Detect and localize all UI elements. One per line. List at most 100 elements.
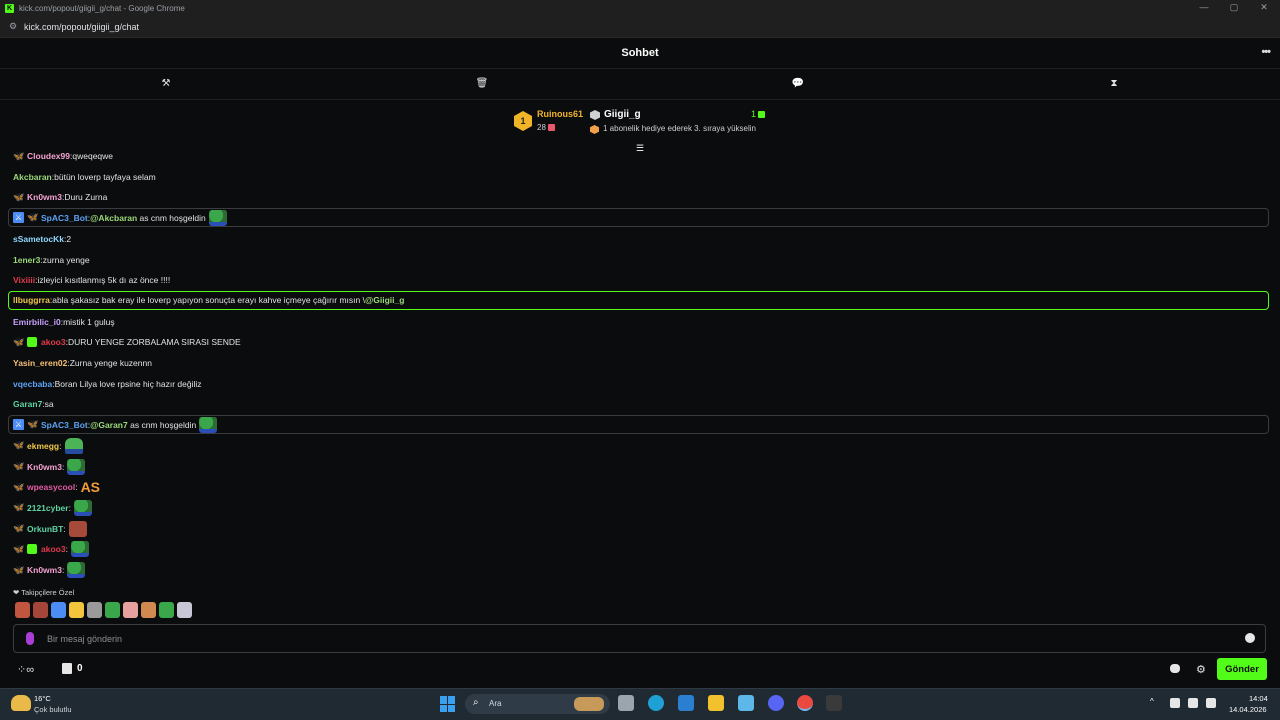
mic-tray-icon[interactable]: [1170, 698, 1180, 708]
message-username[interactable]: vqecbaba: [13, 377, 52, 391]
maximize-button[interactable]: ▢: [1218, 0, 1250, 16]
chat-message[interactable]: 🦋 wpeasycool: AS: [13, 477, 101, 497]
emote-icon[interactable]: [177, 602, 192, 618]
chat-settings-bubble-icon[interactable]: [1170, 664, 1180, 673]
chat-message[interactable]: Akcbaran: bütün loverp tayfaya selam: [13, 167, 156, 187]
emote-icon[interactable]: [105, 602, 120, 618]
chat-message[interactable]: 🦋 2121cyber:: [13, 498, 92, 518]
message-username[interactable]: SpAC3_Bot: [41, 211, 88, 225]
tray-overflow-icon[interactable]: ^: [1150, 697, 1154, 706]
clock-date[interactable]: 14.04.2026: [1229, 705, 1267, 714]
taskbar-search[interactable]: ⌕ Ara: [465, 694, 610, 714]
edge-icon[interactable]: [648, 695, 664, 711]
chrome-icon[interactable]: [797, 695, 813, 711]
hourglass-icon[interactable]: ⧗: [1107, 77, 1121, 91]
emote-icon[interactable]: [141, 602, 156, 618]
chat-message[interactable]: 🦋 akoo3:: [13, 539, 89, 559]
message-input[interactable]: [47, 630, 1227, 648]
message-username[interactable]: wpeasycool: [27, 480, 75, 494]
hammer-icon[interactable]: ⚒: [159, 77, 173, 91]
site-info-icon[interactable]: ⚙: [8, 21, 18, 32]
chat-message[interactable]: Yasin_eren02: Zurna yenge kuzennn: [13, 353, 152, 373]
start-button-icon[interactable]: [440, 696, 456, 712]
chat-message[interactable]: 1ener3: zurna yenge: [13, 250, 90, 270]
emote-icon[interactable]: [15, 602, 30, 618]
chat-message[interactable]: 🦋 OrkunBT:: [13, 519, 87, 539]
emote-icon[interactable]: [51, 602, 66, 618]
message-username[interactable]: Cloudex99: [27, 152, 70, 163]
weather-cloud-icon[interactable]: [11, 695, 31, 711]
message-username[interactable]: Kn0wm3: [27, 190, 62, 204]
search-label: Ara: [489, 699, 502, 708]
message-username[interactable]: Kn0wm3: [27, 460, 62, 474]
message-username[interactable]: akoo3: [41, 335, 66, 349]
message-username[interactable]: 1ener3: [13, 253, 40, 267]
message-username[interactable]: Vixiiii: [13, 273, 35, 287]
browser-titlebar: K kick.com/popout/giigii_g/chat - Google…: [0, 0, 1280, 16]
chat-message[interactable]: 🦋 Kn0wm3:: [13, 457, 86, 477]
message-username[interactable]: Yasin_eren02: [13, 356, 67, 370]
store-icon[interactable]: [678, 695, 694, 711]
store-icon[interactable]: [62, 663, 72, 674]
weather-temp[interactable]: 16°C: [34, 694, 51, 703]
message-username[interactable]: 2121cyber: [27, 501, 69, 515]
emote-icon[interactable]: [87, 602, 102, 618]
emoji-picker-icon[interactable]: [1245, 633, 1255, 643]
trash-icon[interactable]: 🗑: [475, 77, 489, 91]
file-explorer-icon[interactable]: [708, 695, 724, 711]
chat-message[interactable]: 🦋 Cloudex99: qweqeqwe: [13, 152, 113, 166]
message-username[interactable]: Emirbilic_i0: [13, 315, 61, 329]
message-mention[interactable]: @Giigii_g: [365, 293, 404, 307]
chat-message[interactable]: ⚔ 🦋 SpAC3_Bot: @Akcbaran as cnm hoşgeldin: [8, 208, 1269, 228]
chat-message[interactable]: 🦋 Kn0wm3: Duru Zurna: [13, 187, 107, 207]
network-icon[interactable]: [1188, 698, 1198, 708]
clock-time[interactable]: 14:04: [1249, 694, 1268, 703]
chat-bubble-icon[interactable]: 💬: [791, 77, 805, 91]
chat-message-list[interactable]: 🦋 Cloudex99: qweqeqwe Akcbaran: bütün love…: [0, 152, 1280, 582]
chat-message[interactable]: sSametocKk: 2: [13, 229, 71, 249]
message-username[interactable]: Akcbaran: [13, 170, 52, 184]
emote-icon[interactable]: [33, 602, 48, 618]
chat-message[interactable]: Garan7: sa: [13, 394, 54, 414]
channel-points-icon[interactable]: ⁘∞: [17, 663, 34, 676]
address-bar[interactable]: ⚙ kick.com/popout/giigii_g/chat: [0, 16, 1280, 38]
chat-message[interactable]: Vixiiii: izleyici kısıtlanmış 5k dı az ö…: [13, 270, 170, 290]
send-button[interactable]: Gönder: [1217, 658, 1267, 680]
message-username[interactable]: llbuggrra: [13, 293, 50, 307]
message-mention[interactable]: @Akcbaran: [90, 211, 137, 225]
emote-icon[interactable]: [159, 602, 174, 618]
message-username[interactable]: ekmegg: [27, 439, 59, 453]
message-username[interactable]: SpAC3_Bot: [41, 418, 88, 432]
chat-message[interactable]: Emirbilic_i0: mistik 1 guluş: [13, 312, 115, 332]
weather-desc[interactable]: Çok bulutlu: [34, 705, 72, 714]
chat-message[interactable]: llbuggrra: abla şakasız bak eray ile lov…: [8, 290, 1269, 310]
message-username[interactable]: Garan7: [13, 397, 42, 411]
message-mention[interactable]: @Garan7: [90, 418, 128, 432]
task-view-icon[interactable]: [618, 695, 634, 711]
streamer-name[interactable]: Giigii_g: [604, 109, 641, 120]
top-gifter-name[interactable]: Ruinous61: [537, 109, 583, 119]
close-button[interactable]: ✕: [1248, 0, 1280, 16]
chat-message[interactable]: 🦋 akoo3: DURU YENGE ZORBALAMA SIRASI SEND…: [13, 332, 241, 352]
message-username[interactable]: akoo3: [41, 542, 66, 556]
emote-icon[interactable]: [123, 602, 138, 618]
emote-icon[interactable]: [69, 602, 84, 618]
microphone-icon[interactable]: [26, 632, 34, 645]
chat-message[interactable]: vqecbaba: Boran Lilya love rpsine hiç ha…: [13, 374, 202, 394]
more-options-icon[interactable]: •••: [1261, 46, 1271, 58]
app-icon[interactable]: [826, 695, 842, 711]
message-username[interactable]: sSametocKk: [13, 232, 64, 246]
message-input-box[interactable]: [13, 624, 1266, 653]
chat-message[interactable]: ⚔ 🦋 SpAC3_Bot: @Garan7 as cnm hoşgeldin: [8, 415, 1269, 435]
minimize-button[interactable]: —: [1188, 0, 1220, 16]
discord-icon[interactable]: [768, 695, 784, 711]
message-username[interactable]: OrkunBT: [27, 522, 63, 536]
url-text[interactable]: kick.com/popout/giigii_g/chat: [24, 22, 139, 32]
settings-app-icon[interactable]: [738, 695, 754, 711]
chat-message[interactable]: 🦋 ekmegg:: [13, 436, 83, 456]
gear-icon[interactable]: ⚙: [1196, 663, 1206, 676]
subscriber-badge-icon: [27, 544, 37, 555]
message-username[interactable]: Kn0wm3: [27, 563, 62, 577]
volume-icon[interactable]: [1206, 698, 1216, 708]
chat-message[interactable]: 🦋 Kn0wm3:: [13, 560, 86, 580]
